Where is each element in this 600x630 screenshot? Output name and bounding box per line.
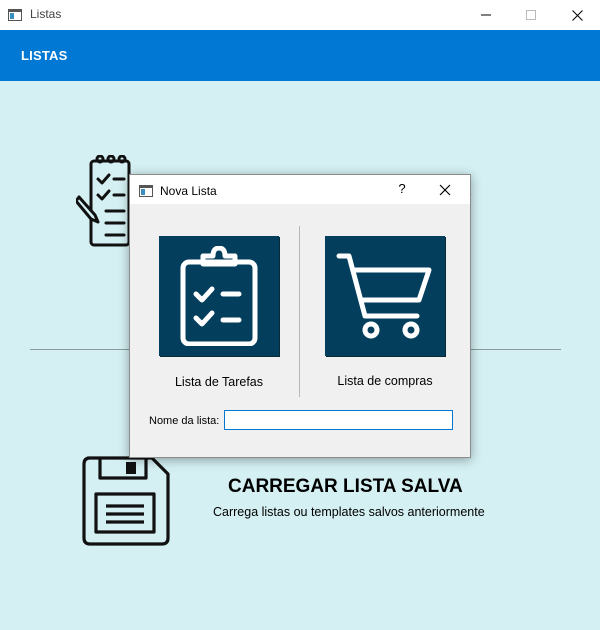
app-window-icon (8, 8, 22, 21)
shopping-cart-icon (336, 253, 432, 339)
minimize-button[interactable] (463, 0, 509, 30)
list-name-input[interactable] (224, 410, 453, 430)
close-window-button[interactable] (554, 0, 600, 30)
shopping-list-label: Lista de compras (337, 374, 433, 388)
shopping-list-tile[interactable] (325, 236, 445, 356)
dialog-title: Nova Lista (160, 184, 217, 198)
dialog-titlebar: Nova Lista ? (130, 175, 470, 204)
app-header: LISTAS (0, 30, 600, 81)
header-label: LISTAS (21, 48, 68, 63)
options-separator (299, 226, 300, 397)
help-button[interactable]: ? (394, 181, 410, 196)
close-icon (439, 184, 451, 196)
maximize-icon (526, 10, 536, 20)
task-list-option[interactable]: Lista de Tarefas (159, 236, 279, 389)
task-list-label: Lista de Tarefas (174, 375, 264, 389)
window-titlebar: Listas (0, 0, 600, 30)
shopping-list-option[interactable]: Lista de compras (325, 236, 445, 388)
list-name-label: Nome da lista: (149, 415, 220, 427)
close-icon (571, 9, 583, 21)
dialog-close-button[interactable] (439, 183, 451, 201)
checklist-pencil-icon[interactable] (74, 154, 132, 252)
new-list-dialog: Nova Lista ? Lista de Tarefas Lista de c… (129, 174, 471, 458)
clipboard-checklist-icon (180, 246, 258, 346)
maximize-button[interactable] (508, 0, 554, 30)
minimize-icon (481, 14, 491, 16)
load-saved-list-description: Carrega listas ou templates salvos anter… (213, 505, 485, 519)
task-list-tile[interactable] (159, 236, 279, 356)
window-title: Listas (30, 7, 62, 21)
floppy-disk-icon[interactable] (82, 456, 170, 551)
dialog-window-icon (139, 184, 153, 202)
load-saved-list-title[interactable]: CARREGAR LISTA SALVA (228, 476, 463, 498)
